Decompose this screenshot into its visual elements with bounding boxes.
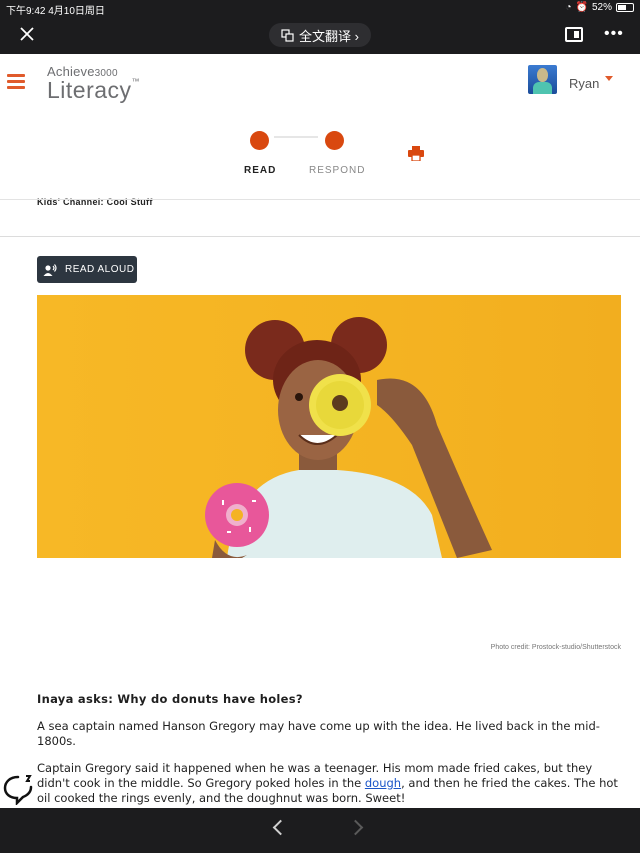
avatar[interactable]: [528, 65, 557, 94]
step-respond-label[interactable]: RESPOND: [309, 165, 365, 176]
photo-credit: Photo credit: Prostock-studio/Shuttersto…: [490, 644, 621, 651]
read-aloud-label: READ ALOUD: [65, 264, 135, 275]
close-icon[interactable]: [18, 25, 36, 43]
step-read-label[interactable]: READ: [244, 165, 276, 176]
logo: Achieve3000 Literacy™: [47, 64, 141, 103]
translate-label: 全文翻译 ›: [299, 28, 359, 44]
browser-toolbar: 全文翻译 › •••: [0, 16, 640, 54]
status-right: ◔ ⏰ 52%: [565, 2, 634, 13]
reader-mode-icon[interactable]: [565, 27, 583, 42]
wifi-icon: ◔: [565, 2, 572, 13]
menu-icon[interactable]: [7, 74, 25, 89]
chevron-down-icon[interactable]: [605, 76, 613, 81]
chat-icon[interactable]: [2, 773, 34, 805]
dictionary-link-dough[interactable]: dough: [365, 776, 401, 790]
logo-product: Literacy: [47, 77, 132, 103]
step-read-dot[interactable]: [250, 131, 269, 150]
status-bar: 下午9:42 4月10日周日 ◔ ⏰ 52%: [0, 0, 640, 17]
article-paragraph-1: A sea captain named Hanson Gregory may h…: [37, 719, 600, 748]
header-divider: [0, 199, 640, 200]
read-aloud-button[interactable]: READ ALOUD: [37, 256, 137, 283]
girl-with-donuts-illustration: [205, 317, 492, 558]
user-name[interactable]: Ryan: [569, 76, 599, 91]
print-icon[interactable]: [408, 146, 424, 161]
battery-icon: [616, 3, 634, 12]
bottom-toolbar: [0, 808, 640, 853]
alarm-icon: ⏰: [575, 2, 588, 13]
translate-button[interactable]: 全文翻译 ›: [269, 23, 371, 47]
translate-icon: [281, 28, 294, 42]
status-time-date: 下午9:42 4月10日周日: [6, 6, 105, 17]
back-icon[interactable]: [272, 819, 289, 836]
article-paragraph-2: Captain Gregory said it happened when he…: [37, 761, 621, 806]
speaker-icon: [43, 263, 57, 276]
section-divider: [0, 236, 640, 237]
more-icon[interactable]: •••: [604, 25, 624, 43]
article-question: Inaya asks: Why do donuts have holes?: [37, 692, 303, 706]
forward-icon[interactable]: [347, 819, 364, 836]
article-photo: [37, 295, 621, 558]
step-respond-dot[interactable]: [325, 131, 344, 150]
step-connector: [274, 136, 318, 138]
battery-percent: 52%: [591, 2, 612, 13]
